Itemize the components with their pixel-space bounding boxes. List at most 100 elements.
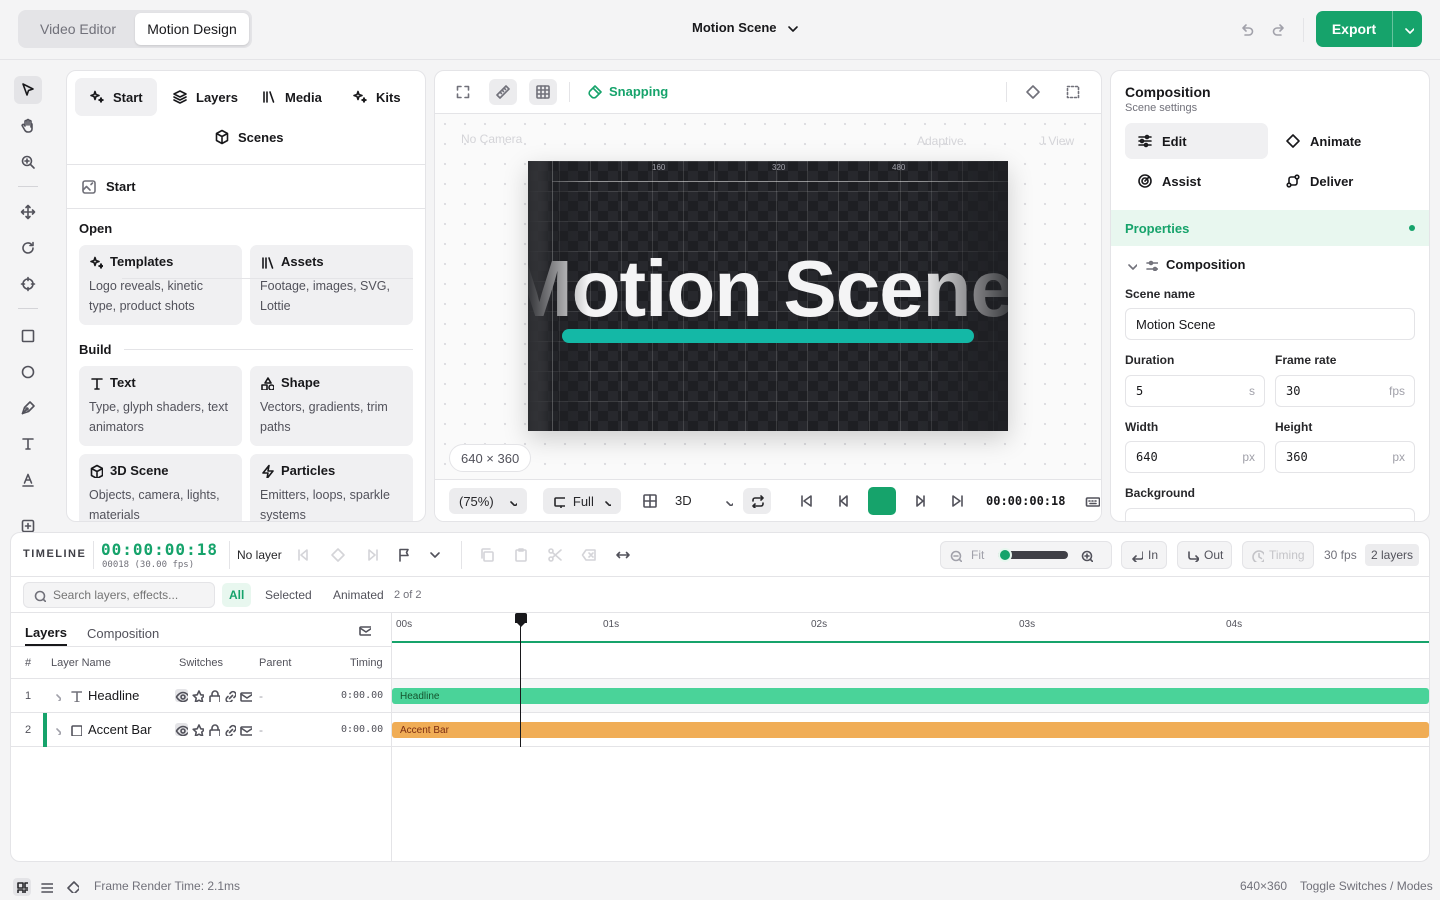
- accent-bar-layer[interactable]: [562, 329, 974, 343]
- diamond-icon[interactable]: [66, 880, 79, 893]
- zoom-select[interactable]: (75%): [449, 488, 527, 514]
- framerate-field[interactable]: 30 fps: [1275, 375, 1415, 407]
- link-icon[interactable]: [223, 689, 236, 702]
- mail-icon[interactable]: [239, 689, 252, 702]
- track-bar-headline[interactable]: Headline: [392, 688, 1429, 704]
- pen-tool[interactable]: [14, 394, 42, 422]
- tab-deliver[interactable]: Deliver: [1273, 163, 1416, 199]
- scissors-icon[interactable]: [547, 547, 563, 563]
- filter-selected[interactable]: Selected: [258, 583, 319, 607]
- star-icon[interactable]: [191, 723, 204, 736]
- layer-name[interactable]: Accent Bar: [88, 722, 152, 737]
- mail-icon[interactable]: [358, 623, 371, 636]
- layer-row-accent-bar[interactable]: 2 Accent Bar - 0:00.00: [11, 713, 391, 747]
- layer-row-headline[interactable]: 1 Headline - 0:00.00: [11, 679, 391, 713]
- copy-icon[interactable]: [479, 547, 495, 563]
- step-forward-icon[interactable]: [912, 493, 928, 509]
- zoom-slider-thumb[interactable]: [998, 548, 1013, 562]
- tab-kits[interactable]: Kits: [338, 78, 415, 116]
- paste-icon[interactable]: [513, 547, 529, 563]
- composition-group-toggle[interactable]: Composition: [1125, 257, 1245, 272]
- ruler-toggle[interactable]: [489, 79, 517, 105]
- stretch-icon[interactable]: [615, 547, 631, 563]
- card-text[interactable]: Text Type, glyph shaders, text animators: [79, 366, 242, 446]
- zoom-in-icon[interactable]: [1080, 549, 1094, 562]
- fit-label[interactable]: Fit: [971, 548, 984, 562]
- layer-search[interactable]: [23, 582, 215, 608]
- background-field[interactable]: [1125, 508, 1415, 521]
- tab-animate[interactable]: Animate: [1273, 123, 1416, 159]
- track-bar-accent-bar[interactable]: Accent Bar: [392, 722, 1429, 738]
- tab-assist[interactable]: Assist: [1125, 163, 1268, 199]
- next-keyframe-icon[interactable]: [365, 547, 381, 563]
- keyboard-icon[interactable]: [1085, 494, 1100, 509]
- text-tool[interactable]: [14, 430, 42, 458]
- timeline-timecode[interactable]: 00:00:00:18: [101, 540, 218, 559]
- link-icon[interactable]: [223, 723, 236, 736]
- step-back-icon[interactable]: [836, 493, 852, 509]
- zoom-slider[interactable]: [998, 548, 1069, 562]
- text-style-tool[interactable]: [14, 466, 42, 494]
- set-out-button[interactable]: Out: [1177, 541, 1233, 569]
- redo-icon[interactable]: [1271, 22, 1286, 37]
- timing-button[interactable]: Timing: [1242, 541, 1314, 569]
- height-field[interactable]: 360 px: [1275, 441, 1415, 473]
- chevron-down-icon[interactable]: [427, 547, 443, 563]
- scene-selector[interactable]: Motion Scene: [692, 20, 799, 35]
- duration-field[interactable]: 5 s: [1125, 375, 1265, 407]
- work-area-bar[interactable]: [392, 641, 1429, 643]
- width-field[interactable]: 640 px: [1125, 441, 1265, 473]
- move-tool[interactable]: [14, 198, 42, 226]
- play-button[interactable]: [868, 487, 896, 515]
- tab-start[interactable]: Start: [75, 78, 157, 116]
- skip-start-icon[interactable]: [798, 493, 814, 509]
- undo-icon[interactable]: [1239, 22, 1254, 37]
- sliders-icon[interactable]: [40, 880, 53, 893]
- rotate-tool[interactable]: [14, 234, 42, 262]
- time-ruler[interactable]: [392, 613, 1429, 679]
- resolution-select[interactable]: Full: [543, 488, 621, 514]
- mail-icon[interactable]: [239, 723, 252, 736]
- eye-icon[interactable]: [175, 689, 188, 702]
- lock-icon[interactable]: [207, 689, 220, 702]
- card-assets[interactable]: Assets Footage, images, SVG, Lottie: [250, 245, 413, 325]
- fullscreen-button[interactable]: [449, 79, 477, 105]
- status-hint[interactable]: Toggle Switches / Modes: [1300, 879, 1433, 893]
- zoom-tool[interactable]: [14, 148, 42, 176]
- card-3d-scene[interactable]: 3D Scene Objects, camera, lights, materi…: [79, 454, 242, 521]
- skip-end-icon[interactable]: [950, 493, 966, 509]
- diamond-icon[interactable]: [330, 547, 346, 563]
- filter-animated[interactable]: Animated: [326, 583, 391, 607]
- search-input[interactable]: [53, 588, 203, 602]
- set-in-button[interactable]: In: [1121, 541, 1168, 569]
- star-icon[interactable]: [191, 689, 204, 702]
- flag-icon[interactable]: [397, 547, 413, 563]
- layer-name[interactable]: Headline: [88, 688, 139, 703]
- tab-edit[interactable]: Edit: [1125, 123, 1268, 159]
- rectangle-tool[interactable]: [14, 322, 42, 350]
- select-tool[interactable]: [14, 76, 42, 104]
- card-templates[interactable]: Templates Logo reveals, kinetic type, pr…: [79, 245, 242, 325]
- tab-scenes[interactable]: Scenes: [200, 118, 298, 156]
- view-mode[interactable]: 3D: [675, 493, 692, 508]
- safe-area-button[interactable]: [1059, 79, 1087, 105]
- snapping-toggle[interactable]: Snapping: [587, 84, 668, 99]
- eye-icon[interactable]: [175, 723, 188, 736]
- loop-toggle[interactable]: [743, 488, 771, 514]
- layout-button[interactable]: [13, 878, 31, 896]
- chevron-right-icon[interactable]: [51, 725, 61, 735]
- scene-name-field[interactable]: Motion Scene: [1125, 308, 1415, 340]
- delete-icon[interactable]: [581, 547, 597, 563]
- chevron-down-icon[interactable]: [723, 496, 733, 506]
- viewer-stage[interactable]: No Camera Adaptive J View 160 320 480 Mo…: [435, 114, 1101, 479]
- zoom-out-icon[interactable]: [949, 549, 962, 562]
- anchor-tool[interactable]: [14, 270, 42, 298]
- card-particles[interactable]: Particles Emitters, loops, sparkle syste…: [250, 454, 413, 521]
- grid-icon[interactable]: [642, 493, 657, 508]
- tab-layers-list[interactable]: Layers: [25, 625, 67, 646]
- composition-canvas[interactable]: 160 320 480 Motion Scene: [528, 161, 1008, 431]
- properties-header[interactable]: Properties: [1111, 210, 1429, 246]
- export-options-button[interactable]: [1393, 11, 1422, 47]
- grid-toggle[interactable]: [529, 79, 557, 105]
- card-shape[interactable]: Shape Vectors, gradients, trim paths: [250, 366, 413, 446]
